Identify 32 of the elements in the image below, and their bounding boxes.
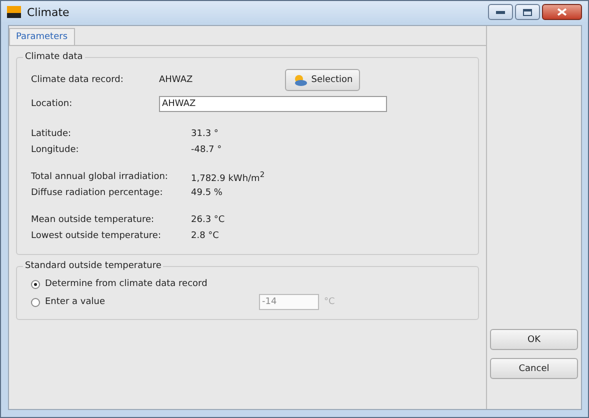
window-title: Climate [27,6,70,18]
field-label: Longitude: [31,145,80,155]
field-label: Diffuse radiation percentage: [31,188,164,198]
tab[interactable]: Parameters [9,28,75,45]
field-label: Mean outside temperature: [31,215,156,225]
close-button[interactable] [542,4,582,20]
group-title: Standard outside temperature [24,261,162,271]
field-label: Latitude: [31,129,72,139]
location-field[interactable]: AHWAZ [159,96,387,112]
field-value: -48.7 ° [191,145,222,155]
field-label: Climate data record: [31,75,124,85]
field-value: 2.8 °C [191,231,219,241]
maximize-button[interactable] [515,4,540,20]
dialog-button[interactable]: OK [490,329,578,350]
field-value: 49.5 % [191,188,222,198]
maximize-icon [523,8,532,16]
minimize-icon [496,10,505,14]
field-label: Lowest outside temperature: [31,231,162,241]
dialog-button[interactable]: Cancel [490,358,578,379]
field-value: 31.3 ° [191,129,218,139]
group-title: Climate data [24,52,84,62]
field-label: Total annual global irradiation: [31,172,169,182]
selection-button[interactable]: Selection [285,69,360,91]
minimize-button[interactable] [488,4,513,20]
field-value: 1,782.9 kWh/m$^{2}$ [191,170,265,184]
weather-sun-cloud-icon [292,73,308,87]
unit-label: °C [324,297,335,307]
field-label: Location: [31,99,74,109]
field-value: AHWAZ [159,75,194,85]
app-logo-icon [7,6,21,18]
close-icon [557,8,567,16]
field-value: 26.3 °C [191,215,225,225]
